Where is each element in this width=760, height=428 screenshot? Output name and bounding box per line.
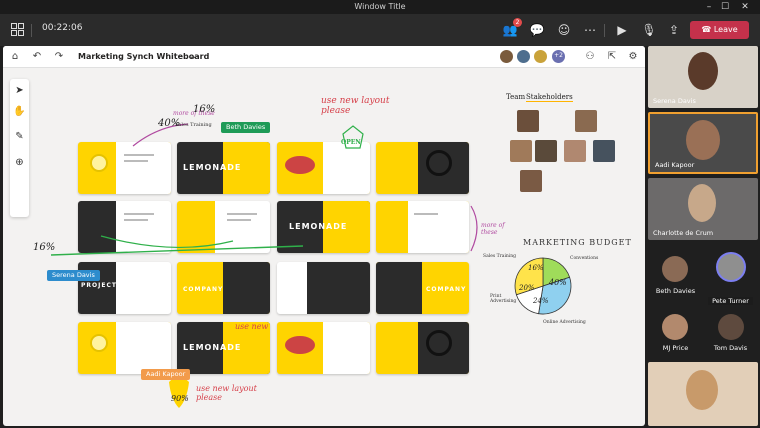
- stakeholder-photo[interactable]: [564, 140, 586, 162]
- stakeholder-photo[interactable]: [535, 140, 557, 162]
- note-sixteen: 16%: [193, 104, 216, 115]
- meeting-timer: 00:22:06: [42, 23, 83, 33]
- note-use-new-center: use new: [235, 322, 269, 331]
- avatar[interactable]: [662, 314, 688, 340]
- people-icon[interactable]: 👥 2: [502, 18, 522, 38]
- stakeholder-photo[interactable]: [593, 140, 615, 162]
- budget-value-conventions: 40%: [549, 278, 567, 287]
- chat-icon[interactable]: 💬: [529, 22, 545, 38]
- video-tile-active-speaker[interactable]: Aadi Kapoor: [648, 112, 758, 174]
- avatar-speaking[interactable]: [716, 252, 746, 282]
- budget-label-sales: Sales Training: [483, 254, 516, 259]
- share-screen-icon[interactable]: ⇪: [666, 22, 682, 38]
- cursor-label-serena: Serena Davis: [47, 270, 100, 281]
- divider: [604, 24, 605, 37]
- participant-name: Aadi Kapoor: [655, 161, 695, 169]
- video-tile[interactable]: Charlotte de Crum: [648, 178, 758, 240]
- budget-title: MARKETING BUDGET: [523, 238, 632, 247]
- budget-value-print: 20%: [519, 284, 535, 292]
- note-forty: 40%: [158, 118, 181, 129]
- budget-value-online: 24%: [533, 297, 549, 305]
- note-ninety: 90%: [171, 394, 189, 403]
- stakeholder-photo[interactable]: [510, 140, 532, 162]
- window-title: Window Title: [354, 2, 406, 11]
- more-options-icon[interactable]: ⋯: [582, 22, 598, 38]
- whiteboard-canvas[interactable]: ⌂ ↶ ↷ Marketing Synch Whiteboard ⌄ +2 ⚇ …: [3, 46, 645, 426]
- team-label: Team: [506, 93, 526, 101]
- participant-name: Pete Turner: [708, 297, 753, 305]
- phone-icon: ☎: [701, 25, 714, 34]
- avatar[interactable]: [718, 314, 744, 340]
- video-tile[interactable]: Serena Davis: [648, 46, 758, 108]
- avatar[interactable]: [662, 256, 688, 282]
- participant-name: Tom Davis: [713, 344, 748, 352]
- microphone-icon[interactable]: 🎙: [641, 22, 657, 38]
- note-more-of-these-2: more of these: [481, 222, 505, 236]
- window-titlebar: Window Title – ☐ ✕: [0, 0, 760, 14]
- cursor-label-aadi: Aadi Kapoor: [141, 369, 191, 380]
- camera-icon[interactable]: ▶: [614, 22, 630, 38]
- close-window-button[interactable]: ✕: [738, 1, 752, 13]
- budget-label-print: Print Advertising: [490, 294, 517, 304]
- participant-name: Beth Davies: [655, 287, 696, 295]
- stakeholder-photo[interactable]: [575, 110, 597, 132]
- budget-label-online: Online Advertising: [543, 320, 586, 325]
- note-open: OPEN: [341, 139, 361, 146]
- layout-grid-icon[interactable]: [11, 23, 24, 36]
- stakeholder-photo[interactable]: [520, 170, 542, 192]
- minimize-button[interactable]: –: [702, 1, 716, 13]
- participants-panel: Serena Davis Aadi Kapoor Charlotte de Cr…: [648, 46, 758, 426]
- budget-label-conventions: Conventions: [570, 256, 599, 261]
- stakeholders-label: Stakeholders: [526, 93, 573, 102]
- participant-name: Serena Davis: [653, 97, 696, 105]
- note-sales-training: Sales Training: [175, 122, 212, 128]
- video-tile-self[interactable]: [648, 362, 758, 426]
- reactions-icon[interactable]: ☺: [556, 22, 572, 38]
- people-badge: 2: [513, 18, 522, 27]
- note-use-new-layout-bottom: use new layout please: [196, 384, 257, 402]
- participant-name: MJ Price: [662, 344, 689, 352]
- divider: [31, 24, 32, 37]
- leave-button[interactable]: ☎ Leave: [690, 21, 749, 39]
- cursor-label-beth: Beth Davies: [221, 122, 271, 133]
- note-use-new-layout-top: use new layout please: [321, 96, 390, 116]
- budget-value-sales: 16%: [528, 264, 544, 272]
- note-sixteen-left: 16%: [33, 242, 56, 253]
- stakeholder-photo[interactable]: [517, 110, 539, 132]
- maximize-button[interactable]: ☐: [718, 1, 732, 13]
- leave-label: Leave: [713, 25, 738, 34]
- meeting-toolbar: 00:22:06 👥 2 💬 ☺ ⋯ ▶ 🎙 ⇪ ☎ Leave: [0, 14, 760, 46]
- participant-name: Charlotte de Crum: [653, 229, 714, 237]
